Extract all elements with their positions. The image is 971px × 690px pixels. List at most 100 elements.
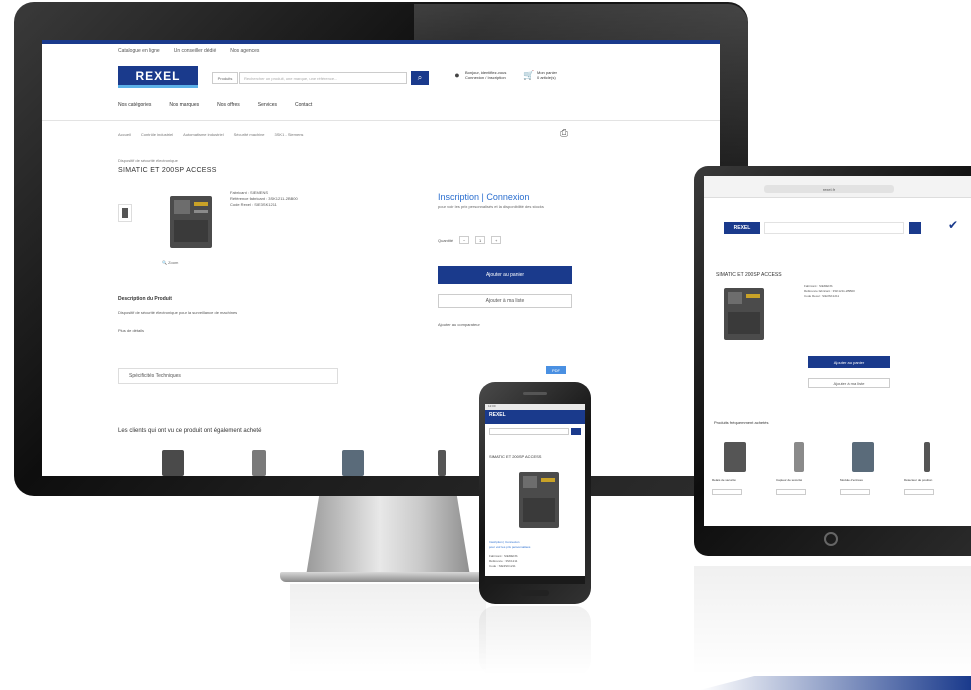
nav-divider xyxy=(42,120,720,121)
phone-search-button[interactable] xyxy=(571,428,581,435)
utility-bar: Catalogue en ligne Un conseiller dédié N… xyxy=(118,48,259,54)
product-title: SIMATIC ET 200SP ACCESS xyxy=(118,167,217,174)
product-thumbnail[interactable] xyxy=(118,204,132,222)
tablet-screen: rexel.fr REXEL ✔ SIMATIC ET 200SP ACCESS… xyxy=(704,176,971,526)
compare-link[interactable]: Ajouter au comparateur xyxy=(438,322,480,327)
quantity-increment[interactable]: + xyxy=(491,236,502,244)
tablet-home-button[interactable] xyxy=(824,532,838,546)
cart-menu[interactable]: 🛒 Mon panier 0 article(s) xyxy=(523,69,557,81)
tablet-cart-icon[interactable]: ✔ xyxy=(948,218,958,232)
nav-item[interactable]: Nos marques xyxy=(169,102,199,108)
stand-reflection xyxy=(290,584,486,674)
description-title: Description du Produit xyxy=(118,296,172,302)
related-products-title: Les clients qui ont vu ce produit ont ég… xyxy=(118,428,262,434)
phone-screen: 12:00 REXEL SIMATIC ET 200SP ACCESS Insc… xyxy=(485,404,585,584)
card-caption: Détecteur de position xyxy=(904,478,933,482)
nav-item[interactable]: Nos offres xyxy=(217,102,240,108)
phone-product-title: SIMATIC ET 200SP ACCESS xyxy=(489,454,542,459)
quantity-label: Quantité xyxy=(438,237,454,243)
utility-link[interactable]: Nos agences xyxy=(230,48,259,54)
tablet-product-image xyxy=(724,288,764,340)
tablet-product-card[interactable]: Capteur de sécurité xyxy=(776,442,822,495)
tablet-related-title: Produits fréquemment achetés xyxy=(714,420,769,425)
product-image xyxy=(170,196,212,248)
desktop-screen: Catalogue en ligne Un conseiller dédié N… xyxy=(42,40,720,476)
search-button[interactable]: ⌕ xyxy=(411,71,429,85)
tech-specs-tab[interactable]: Spécificités Techniques xyxy=(118,368,338,384)
nav-item[interactable]: Nos catégories xyxy=(118,102,151,108)
tablet-browser-bar: rexel.fr xyxy=(704,176,971,198)
account-menu[interactable]: ● Bonjour, identifiez-vous Connexion / In… xyxy=(452,70,506,80)
cart-icon: 🛒 xyxy=(523,69,535,80)
breadcrumb-item[interactable]: Automatisme industriel xyxy=(183,132,223,137)
tablet-reflection xyxy=(694,566,971,676)
related-product-image[interactable] xyxy=(342,450,364,476)
tablet-product-title: SIMATIC ET 200SP ACCESS xyxy=(716,272,782,278)
tablet-search-button[interactable] xyxy=(909,222,921,234)
phone-frame: 12:00 REXEL SIMATIC ET 200SP ACCESS Insc… xyxy=(479,382,591,604)
tablet-product-card[interactable]: Détecteur de position xyxy=(904,442,950,495)
nav-item[interactable]: Contact xyxy=(295,102,312,108)
add-to-cart-button[interactable]: Ajouter au panier xyxy=(438,266,572,284)
zoom-icon: 🔍 xyxy=(162,260,167,265)
quantity-input[interactable]: 1 xyxy=(475,236,486,244)
cart-line2: 0 article(s) xyxy=(537,75,556,80)
tablet-frame: rexel.fr REXEL ✔ SIMATIC ET 200SP ACCESS… xyxy=(694,166,971,556)
quantity-decrement[interactable]: − xyxy=(459,236,470,244)
brand-accent-stripe xyxy=(700,676,971,690)
card-caption: Module d'entrées xyxy=(840,478,863,482)
tablet-specs: Fabricant : SIEMENS Référence fabricant … xyxy=(804,284,855,299)
phone-search-input[interactable] xyxy=(489,428,569,435)
tablet-url-field[interactable]: rexel.fr xyxy=(764,185,894,193)
phone-speaker xyxy=(523,392,547,395)
main-nav: Nos catégories Nos marques Nos offres Se… xyxy=(118,102,312,108)
related-product-image[interactable] xyxy=(438,450,446,476)
phone-logo[interactable]: REXEL xyxy=(489,412,506,418)
user-icon: ● xyxy=(454,70,460,80)
related-product-image[interactable] xyxy=(162,450,184,476)
phone-spec-table: Fabricant : SIEMENS Référence : 3SK1211 … xyxy=(489,554,581,569)
phone-nav-bar xyxy=(485,576,585,584)
zoom-link[interactable]: 🔍 Zoom xyxy=(162,260,178,265)
breadcrumb-item[interactable]: Accueil xyxy=(118,132,131,137)
tablet-add-to-list-button[interactable]: Ajouter à ma liste xyxy=(808,378,890,388)
tablet-product-card[interactable]: Relais de sécurité xyxy=(712,442,758,495)
zoom-label: Zoom xyxy=(168,260,179,265)
monitor-stand xyxy=(306,496,470,576)
tablet-product-card[interactable]: Module d'entrées xyxy=(840,442,886,495)
add-to-list-button[interactable]: Ajouter à ma liste xyxy=(438,294,572,308)
table-row: Code : SIE3SK1211 xyxy=(489,564,516,568)
description-text: Dispositif de sécurité électronique pour… xyxy=(118,310,238,315)
utility-link[interactable]: Catalogue en ligne xyxy=(118,48,160,54)
phone-product-image xyxy=(519,472,559,528)
tablet-logo[interactable]: REXEL xyxy=(724,222,760,234)
print-icon[interactable]: ⎙ xyxy=(560,128,568,139)
product-category: Dispositif de sécurité électronique xyxy=(118,158,178,163)
search-scope-select[interactable]: Produits xyxy=(212,72,238,84)
tablet-add-to-cart-button[interactable]: Ajouter au panier xyxy=(808,356,890,368)
phone-reflection xyxy=(479,606,591,676)
monitor-stand-base xyxy=(280,572,496,582)
description-more-link[interactable]: Plus de détails xyxy=(118,328,144,333)
quantity-row: Quantité − 1 + xyxy=(438,236,502,244)
product-specs: Fabricant : SIEMENS Référence fabricant … xyxy=(230,190,298,208)
login-link[interactable]: Inscription | Connexion xyxy=(438,192,529,202)
phone-login-link[interactable]: Inscription | Connexion pour voir les pr… xyxy=(489,540,530,550)
card-caption: Capteur de sécurité xyxy=(776,478,803,482)
rexel-logo[interactable]: REXEL xyxy=(118,66,198,88)
breadcrumb-item[interactable]: Contrôle industriel xyxy=(141,132,173,137)
tablet-search-input[interactable] xyxy=(764,222,904,234)
top-accent-bar xyxy=(42,40,720,44)
breadcrumb: Accueil Contrôle industriel Automatisme … xyxy=(118,132,303,137)
breadcrumb-item[interactable]: Sécurité machine xyxy=(234,132,265,137)
card-caption: Relais de sécurité xyxy=(712,478,736,482)
pdf-badge[interactable]: PDF xyxy=(546,366,566,374)
search-input[interactable]: Rechercher un produit, une marque, une r… xyxy=(239,72,407,84)
nav-item[interactable]: Services xyxy=(258,102,277,108)
utility-link[interactable]: Un conseiller dédié xyxy=(174,48,217,54)
spec-line: Code Rexel : SIE3SK1211 xyxy=(230,202,277,207)
related-product-image[interactable] xyxy=(252,450,266,476)
link-line: pour voir les prix personnalisés xyxy=(489,545,531,549)
phone-home-button[interactable] xyxy=(521,590,549,596)
account-line2: Connexion / Inscription xyxy=(465,75,506,80)
